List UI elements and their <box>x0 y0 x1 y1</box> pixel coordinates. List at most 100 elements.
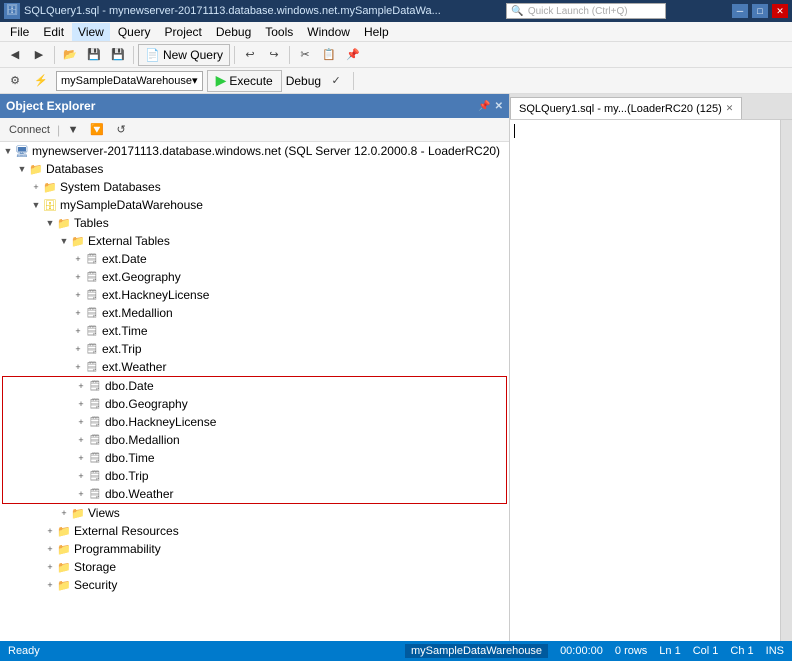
tree-ext-trip[interactable]: + 🗒 ext.Trip <box>0 340 509 358</box>
toolbar2-btn2[interactable]: ⚡ <box>30 71 52 91</box>
tree-storage[interactable]: + 📁 Storage <box>0 558 509 576</box>
tree-external-tables[interactable]: ▼ 📁 External Tables <box>0 232 509 250</box>
ext-res-expander[interactable]: + <box>44 525 56 537</box>
oe-close-icon[interactable]: ✕ <box>495 101 503 112</box>
dbo-medallion-expander[interactable]: + <box>75 434 87 446</box>
dbo-geo-expander[interactable]: + <box>75 398 87 410</box>
query-editor-area <box>510 120 792 641</box>
save-button[interactable]: 💾 <box>83 45 105 65</box>
ext-weather-expander[interactable]: + <box>72 361 84 373</box>
menu-file[interactable]: File <box>4 23 35 41</box>
tree-warehouse[interactable]: ▼ 🗄 mySampleDataWarehouse <box>0 196 509 214</box>
close-button[interactable]: ✕ <box>772 4 788 18</box>
menu-query[interactable]: Query <box>112 23 157 41</box>
tree-ext-hackney[interactable]: + 🗒 ext.HackneyLicense <box>0 286 509 304</box>
tree-views[interactable]: + 📁 Views <box>0 504 509 522</box>
tree-dbo-geography[interactable]: + 🗒 dbo.Geography <box>3 395 506 413</box>
check-button[interactable]: ✓ <box>325 71 347 91</box>
undo-button[interactable]: ↩ <box>239 45 261 65</box>
cut-button[interactable]: ✂ <box>294 45 316 65</box>
prog-folder-icon: 📁 <box>56 541 72 557</box>
minimize-button[interactable]: ─ <box>732 4 748 18</box>
query-editor[interactable] <box>510 120 780 641</box>
query-tab-1[interactable]: SQLQuery1.sql - my...(LoaderRC20 (125) ✕ <box>510 97 742 119</box>
ext-time-expander[interactable]: + <box>72 325 84 337</box>
storage-expander[interactable]: + <box>44 561 56 573</box>
toolbar2-btn1[interactable]: ⚙ <box>4 71 26 91</box>
tree-databases[interactable]: ▼ 📁 Databases <box>0 160 509 178</box>
tree-dbo-hackney[interactable]: + 🗒 dbo.HackneyLicense <box>3 413 506 431</box>
menu-debug[interactable]: Debug <box>210 23 257 41</box>
tree-ext-geography[interactable]: + 🗒 ext.Geography <box>0 268 509 286</box>
tree-ext-medallion[interactable]: + 🗒 ext.Medallion <box>0 304 509 322</box>
status-ch: Ch 1 <box>730 645 753 657</box>
warehouse-expander[interactable]: ▼ <box>30 199 42 211</box>
back-button[interactable]: ◀ <box>4 45 26 65</box>
tree-tables[interactable]: ▼ 📁 Tables <box>0 214 509 232</box>
server-expander[interactable]: ▼ <box>2 145 14 157</box>
ext-geo-expander[interactable]: + <box>72 271 84 283</box>
execute-button[interactable]: ▶ Execute <box>207 70 282 92</box>
connect-button[interactable]: Connect <box>4 120 55 140</box>
dbo-date-expander[interactable]: + <box>75 380 87 392</box>
database-selector[interactable]: mySampleDataWarehouse ▾ <box>56 71 203 91</box>
tables-label: Tables <box>74 216 109 230</box>
databases-expander[interactable]: ▼ <box>16 163 28 175</box>
oe-filter-button[interactable]: ▼ <box>62 120 84 140</box>
tree-server[interactable]: ▼ 🖥 mynewserver-20171113.database.window… <box>0 142 509 160</box>
object-explorer: Object Explorer 📌 ✕ Connect | ▼ 🔽 ↺ ▼ 🖥 … <box>0 94 510 641</box>
oe-pin-icon[interactable]: 📌 <box>478 101 490 112</box>
copy-button[interactable]: 📋 <box>318 45 340 65</box>
tab-close-icon[interactable]: ✕ <box>726 103 734 114</box>
oe-refresh-button[interactable]: ↺ <box>110 120 132 140</box>
tree-dbo-medallion[interactable]: + 🗒 dbo.Medallion <box>3 431 506 449</box>
ext-trip-expander[interactable]: + <box>72 343 84 355</box>
tree-dbo-trip[interactable]: + 🗒 dbo.Trip <box>3 467 506 485</box>
tree-system-databases[interactable]: + 📁 System Databases <box>0 178 509 196</box>
databases-folder-icon: 📁 <box>28 161 44 177</box>
debug-label[interactable]: Debug <box>286 74 321 88</box>
ext-res-icon: 📁 <box>56 523 72 539</box>
save-all-button[interactable]: 💾 <box>107 45 129 65</box>
tree-ext-date[interactable]: + 🗒 ext.Date <box>0 250 509 268</box>
quick-launch[interactable]: 🔍 Quick Launch (Ctrl+Q) <box>506 3 666 19</box>
ext-medallion-icon: 🗒 <box>84 305 100 321</box>
ext-date-expander[interactable]: + <box>72 253 84 265</box>
oe-filter2-button[interactable]: 🔽 <box>86 120 108 140</box>
window-title: SQLQuery1.sql - mynewserver-20171113.dat… <box>24 5 441 17</box>
menu-edit[interactable]: Edit <box>37 23 70 41</box>
dbo-trip-expander[interactable]: + <box>75 470 87 482</box>
dbo-time-expander[interactable]: + <box>75 452 87 464</box>
prog-expander[interactable]: + <box>44 543 56 555</box>
redo-button[interactable]: ↪ <box>263 45 285 65</box>
tree-programmability[interactable]: + 📁 Programmability <box>0 540 509 558</box>
menu-tools[interactable]: Tools <box>259 23 299 41</box>
ext-medallion-expander[interactable]: + <box>72 307 84 319</box>
ext-tables-expander[interactable]: ▼ <box>58 235 70 247</box>
tree-ext-resources[interactable]: + 📁 External Resources <box>0 522 509 540</box>
new-query-button[interactable]: 📄 New Query <box>138 44 230 66</box>
open-file-button[interactable]: 📂 <box>59 45 81 65</box>
tree-dbo-weather[interactable]: + 🗒 dbo.Weather <box>3 485 506 503</box>
tree-ext-weather[interactable]: + 🗒 ext.Weather <box>0 358 509 376</box>
security-expander[interactable]: + <box>44 579 56 591</box>
paste-button[interactable]: 📌 <box>342 45 364 65</box>
tree-dbo-date[interactable]: + 🗒 dbo.Date <box>3 377 506 395</box>
ext-hackney-expander[interactable]: + <box>72 289 84 301</box>
views-expander[interactable]: + <box>58 507 70 519</box>
tree-dbo-time[interactable]: + 🗒 dbo.Time <box>3 449 506 467</box>
menu-project[interactable]: Project <box>159 23 208 41</box>
dbo-hackney-expander[interactable]: + <box>75 416 87 428</box>
tables-expander[interactable]: ▼ <box>44 217 56 229</box>
tree-ext-time[interactable]: + 🗒 ext.Time <box>0 322 509 340</box>
forward-button[interactable]: ▶ <box>28 45 50 65</box>
tree-security[interactable]: + 📁 Security <box>0 576 509 594</box>
dbo-weather-expander[interactable]: + <box>75 488 87 500</box>
editor-scrollbar[interactable] <box>780 120 792 641</box>
new-query-label: New Query <box>163 48 223 62</box>
menu-help[interactable]: Help <box>358 23 395 41</box>
restore-button[interactable]: □ <box>752 4 768 18</box>
menu-window[interactable]: Window <box>301 23 356 41</box>
sysdb-expander[interactable]: + <box>30 181 42 193</box>
menu-view[interactable]: View <box>72 23 110 41</box>
